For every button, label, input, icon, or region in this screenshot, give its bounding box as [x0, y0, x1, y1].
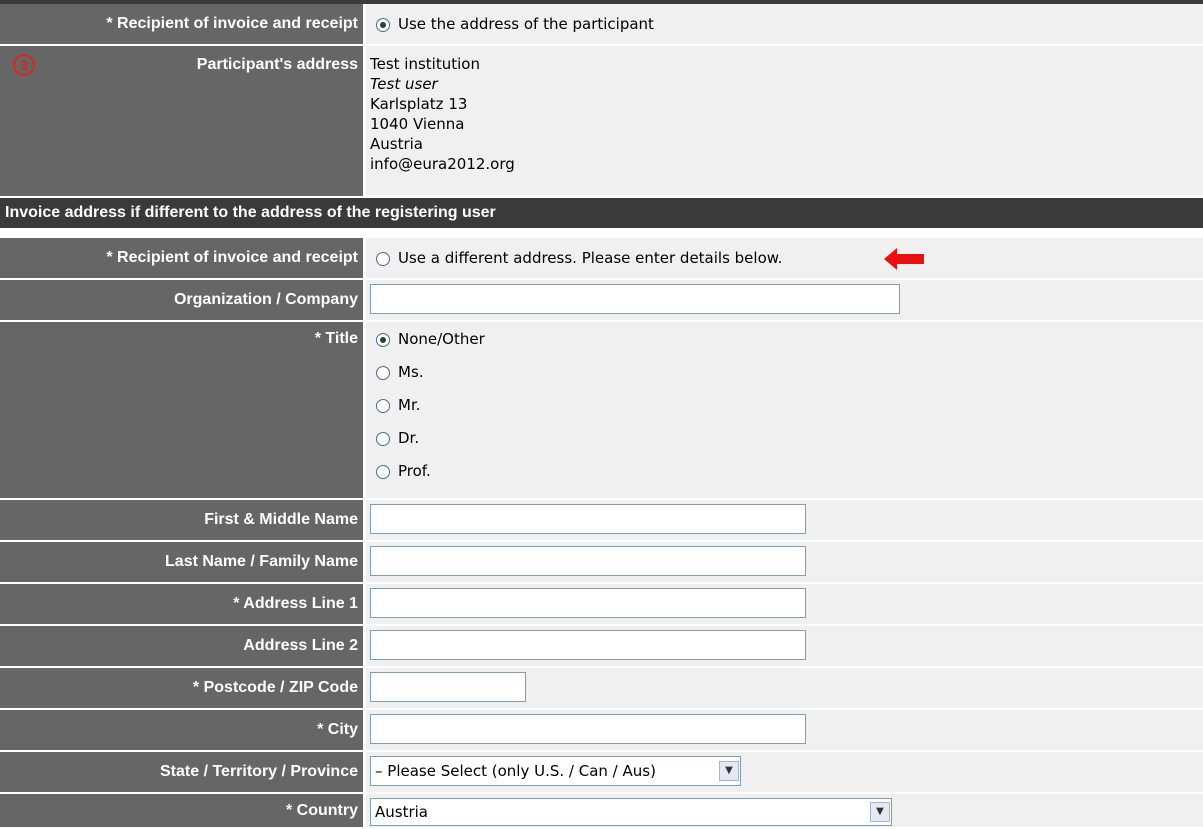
participant-address-label-cell: 3 Participant's address	[0, 46, 363, 198]
recipient-option-participant[interactable]: Use the address of the participant	[363, 4, 1203, 46]
state-row: State / Territory / Province – Please Se…	[0, 752, 1203, 794]
last-name-input[interactable]	[370, 546, 806, 576]
radio-title-prof[interactable]	[376, 464, 390, 479]
first-name-cell	[363, 500, 1203, 542]
recipient-different-row: * Recipient of invoice and receipt Use a…	[0, 238, 1203, 280]
recipient-row: * Recipient of invoice and receipt Use t…	[0, 4, 1203, 46]
postcode-row: * Postcode / ZIP Code	[0, 668, 1203, 710]
city-label: * City	[0, 710, 363, 752]
radio-title-none[interactable]	[376, 332, 390, 347]
radio-title-dr[interactable]	[376, 431, 390, 446]
city-row: * City	[0, 710, 1203, 752]
step-number-badge: 3	[13, 54, 35, 76]
address-street: Karlsplatz 13	[370, 95, 468, 113]
address1-row: * Address Line 1	[0, 584, 1203, 626]
radio-participant-address[interactable]	[376, 17, 390, 32]
address-user: Test user	[370, 75, 438, 93]
participant-address-label: Participant's address	[196, 56, 358, 73]
title-option-label: Dr.	[398, 429, 420, 447]
organization-cell	[363, 280, 1203, 322]
last-name-row: Last Name / Family Name	[0, 542, 1203, 584]
title-option-prof[interactable]: Prof.	[376, 462, 1203, 495]
title-option-ms[interactable]: Ms.	[376, 363, 1203, 396]
address2-cell	[363, 626, 1203, 668]
postcode-input[interactable]	[370, 672, 526, 702]
address-email: info@eura2012.org	[370, 155, 515, 173]
title-options: None/Other Ms. Mr. Dr. Prof.	[363, 322, 1203, 500]
address-institution: Test institution	[370, 55, 480, 73]
organization-label: Organization / Company	[0, 280, 363, 322]
city-cell	[363, 710, 1203, 752]
red-arrow-icon	[884, 248, 924, 270]
title-option-label: None/Other	[398, 330, 485, 348]
recipient-different-label: * Recipient of invoice and receipt	[0, 238, 363, 280]
invoice-section-heading: Invoice address if different to the addr…	[0, 198, 1203, 228]
city-input[interactable]	[370, 714, 806, 744]
address1-cell	[363, 584, 1203, 626]
title-option-mr[interactable]: Mr.	[376, 396, 1203, 429]
country-select-value: Austria	[375, 803, 428, 821]
title-option-label: Mr.	[398, 396, 421, 414]
address1-input[interactable]	[370, 588, 806, 618]
state-cell: – Please Select (only U.S. / Can / Aus) …	[363, 752, 1203, 794]
recipient-option-different[interactable]: Use a different address. Please enter de…	[363, 238, 1203, 280]
state-label: State / Territory / Province	[0, 752, 363, 794]
participant-address-row: 3 Participant's address Test institution…	[0, 46, 1203, 198]
title-option-label: Prof.	[398, 462, 431, 480]
country-select[interactable]: Austria ▼	[370, 798, 892, 826]
country-label: * Country	[0, 794, 363, 829]
address2-input[interactable]	[370, 630, 806, 660]
title-option-none[interactable]: None/Other	[376, 330, 1203, 363]
chevron-down-icon[interactable]: ▼	[870, 802, 890, 822]
postcode-label: * Postcode / ZIP Code	[0, 668, 363, 710]
address-city: 1040 Vienna	[370, 115, 465, 133]
title-option-label: Ms.	[398, 363, 424, 381]
participant-address-value: Test institution Test user Karlsplatz 13…	[363, 46, 1203, 198]
title-option-dr[interactable]: Dr.	[376, 429, 1203, 462]
state-select-value: – Please Select (only U.S. / Can / Aus)	[375, 762, 656, 780]
first-name-row: First & Middle Name	[0, 500, 1203, 542]
country-cell: Austria ▼	[363, 794, 1203, 829]
radio-title-mr[interactable]	[376, 398, 390, 413]
first-name-input[interactable]	[370, 504, 806, 534]
state-select[interactable]: – Please Select (only U.S. / Can / Aus) …	[370, 756, 741, 786]
address1-label: * Address Line 1	[0, 584, 363, 626]
last-name-label: Last Name / Family Name	[0, 542, 363, 584]
first-name-label: First & Middle Name	[0, 500, 363, 542]
title-row: * Title None/Other Ms. Mr. Dr. Prof.	[0, 322, 1203, 500]
organization-input[interactable]	[370, 284, 900, 314]
address-country: Austria	[370, 135, 423, 153]
postcode-cell	[363, 668, 1203, 710]
organization-row: Organization / Company	[0, 280, 1203, 322]
address2-row: Address Line 2	[0, 626, 1203, 668]
radio-different-address[interactable]	[376, 251, 390, 266]
last-name-cell	[363, 542, 1203, 584]
participant-address-lines: Test institution Test user Karlsplatz 13…	[370, 54, 515, 174]
address2-label: Address Line 2	[0, 626, 363, 668]
radio-title-ms[interactable]	[376, 365, 390, 380]
title-label: * Title	[0, 322, 363, 500]
country-row: * Country Austria ▼	[0, 794, 1203, 829]
recipient-label: * Recipient of invoice and receipt	[0, 4, 363, 46]
chevron-down-icon[interactable]: ▼	[719, 761, 739, 781]
radio-different-label: Use a different address. Please enter de…	[398, 249, 783, 267]
radio-participant-label: Use the address of the participant	[398, 15, 654, 33]
